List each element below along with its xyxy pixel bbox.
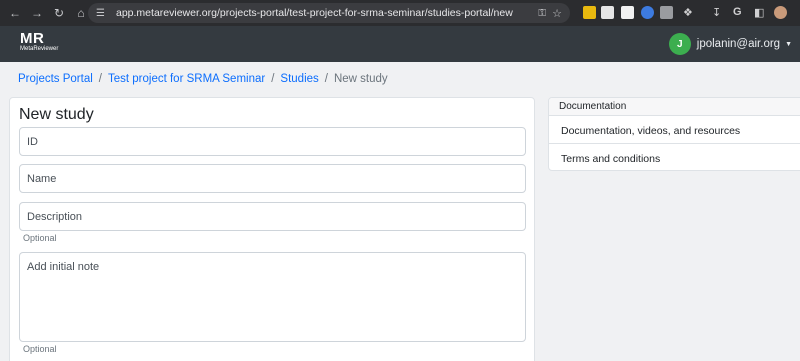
forward-icon[interactable]: → [28, 4, 46, 22]
extension-gray-icon[interactable] [660, 6, 673, 19]
reload-icon[interactable]: ↻ [50, 4, 68, 22]
breadcrumb-separator: / [98, 73, 102, 85]
documentation-link-terms[interactable]: Terms and conditions [549, 144, 800, 170]
id-input[interactable] [19, 127, 526, 156]
extension-doc-icon[interactable] [601, 6, 614, 19]
page-title: New study [19, 106, 94, 123]
user-menu[interactable]: J jpolanin@air.org ▼ [668, 33, 792, 55]
logo-subtext: MetaReviewer [20, 46, 59, 52]
breadcrumb-separator: / [324, 73, 328, 85]
download-icon[interactable]: ↧ [712, 6, 721, 19]
site-settings-icon[interactable]: ☰ [96, 8, 110, 19]
logo-mark: MR [20, 30, 45, 47]
password-key-icon[interactable]: ⚿ [538, 8, 546, 19]
breadcrumb-studies[interactable]: Studies [280, 73, 318, 85]
app-header: MR MetaReviewer J jpolanin@air.org ▼ [0, 26, 800, 62]
profile-avatar-icon[interactable] [774, 6, 787, 19]
breadcrumb-projects-portal[interactable]: Projects Portal [18, 73, 93, 85]
description-help-text: Optional [23, 233, 57, 243]
note-help-text: Optional [23, 344, 57, 354]
breadcrumb-separator: / [271, 73, 275, 85]
documentation-card: Documentation Documentation, videos, and… [548, 97, 800, 171]
caret-down-icon[interactable]: ▼ [785, 41, 792, 48]
breadcrumb-project[interactable]: Test project for SRMA Seminar [108, 73, 265, 85]
avatar[interactable]: J [668, 33, 691, 55]
description-input[interactable] [19, 202, 526, 231]
breadcrumb-current: New study [333, 73, 388, 85]
app-logo[interactable]: MR MetaReviewer [20, 30, 59, 53]
user-email[interactable]: jpolanin@air.org [697, 38, 780, 50]
initial-note-textarea[interactable] [19, 252, 526, 342]
bookmark-star-icon[interactable]: ☆ [552, 7, 562, 20]
breadcrumb: Projects Portal / Test project for SRMA … [18, 73, 388, 85]
browser-toolbar: ← → ↻ ⌂ ☰ app.metareviewer.org/projects-… [0, 0, 800, 26]
extensions-puzzle-icon[interactable]: ❖ [683, 6, 693, 19]
address-bar[interactable]: ☰ app.metareviewer.org/projects-portal/t… [88, 3, 570, 23]
extension-b-icon[interactable] [621, 6, 634, 19]
documentation-header: Documentation [549, 98, 800, 116]
extension-shield-icon[interactable] [641, 6, 654, 19]
back-icon[interactable]: ← [6, 4, 24, 22]
name-input[interactable] [19, 164, 526, 193]
new-study-card: New study Optional Optional [9, 97, 535, 361]
documentation-link-resources[interactable]: Documentation, videos, and resources [549, 116, 800, 144]
sidepanel-icon[interactable]: ◧ [754, 6, 764, 19]
google-icon[interactable]: G [733, 6, 742, 18]
extension-yellow-icon[interactable] [583, 6, 596, 19]
address-url[interactable]: app.metareviewer.org/projects-portal/tes… [116, 7, 513, 19]
